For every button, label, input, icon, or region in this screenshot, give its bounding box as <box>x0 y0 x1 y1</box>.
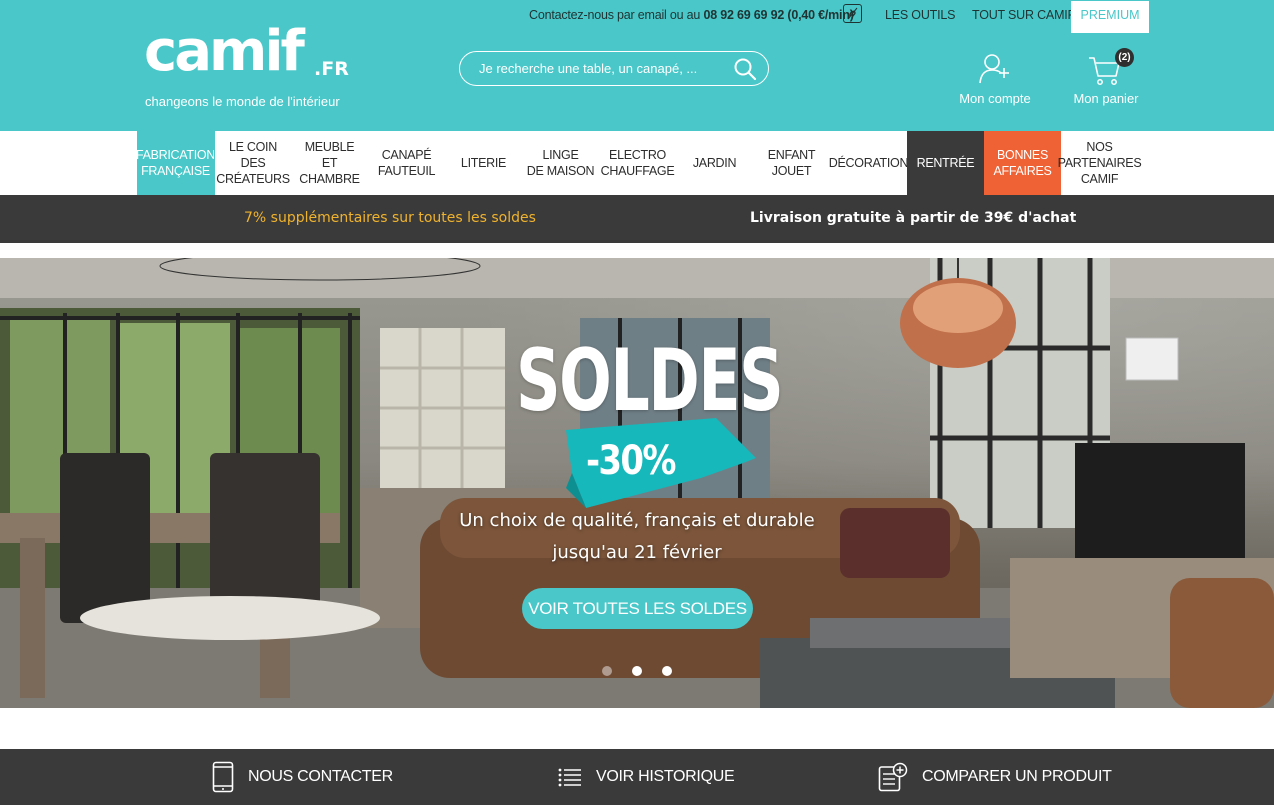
nav-item-label-line: CRÉATEURS <box>216 172 290 186</box>
nav-fabrication-francaise[interactable]: FABRICATION FRANÇAISE <box>136 131 215 195</box>
hero-discount: -30% <box>586 438 676 484</box>
compare-product-label: COMPARER UN PRODUIT <box>922 768 1112 785</box>
search-icon[interactable] <box>733 57 757 81</box>
premium-button[interactable]: PREMIUM <box>1071 1 1149 33</box>
main-nav: FABRICATION FRANÇAISE LE COIN DES CRÉATEURS… <box>0 131 1274 195</box>
compare-document-icon <box>878 762 908 792</box>
nav-coin-des-createurs[interactable]: LE COIN DES CRÉATEURS <box>214 131 291 195</box>
nav-item-label-line: NOS <box>1086 140 1113 154</box>
logo-suffix: .FR <box>314 58 349 80</box>
carousel-dot[interactable] <box>632 666 642 676</box>
site-header: Contactez-nous par email ou au 08 92 69 … <box>0 0 1274 131</box>
nav-item-label: RENTRÉE <box>917 155 975 171</box>
compare-product-link[interactable]: COMPARER UN PRODUIT <box>878 749 1112 805</box>
contact-us-label: NOUS CONTACTER <box>248 768 393 785</box>
contact-us-link[interactable]: NOUS CONTACTER <box>212 749 393 805</box>
nav-item-label: LITERIE <box>461 155 506 171</box>
nav-jardin[interactable]: JARDIN <box>676 131 753 195</box>
nav-item-label-line: FRANÇAISE <box>141 164 210 178</box>
nav-item-label: DÉCORATION <box>828 155 909 171</box>
nav-item-label-line: JOUET <box>771 164 812 178</box>
nav-item-label-line: MEUBLE <box>304 140 355 154</box>
carousel-dot[interactable] <box>602 666 612 676</box>
nav-item-label: LINGE DE MAISON <box>526 147 595 179</box>
nav-item-label-line: LITERIE <box>460 156 507 170</box>
carousel-dot[interactable] <box>662 666 672 676</box>
account-label: Mon compte <box>959 91 1031 106</box>
hero-banner[interactable]: SOLDES -30% Un choix de qualité, françai… <box>0 258 1274 708</box>
search-input[interactable] <box>479 59 719 77</box>
nav-literie[interactable]: LITERIE <box>445 131 522 195</box>
cart-count-badge: (2) <box>1115 48 1134 67</box>
phone-device-icon <box>212 761 234 793</box>
nav-item-label: NOS PARTENAIRES CAMIF <box>1058 139 1142 187</box>
nav-item-label-line: ENFANT <box>767 148 816 162</box>
hero-subtitle-line2: jusqu'au 21 février <box>552 542 722 563</box>
nav-item-label-line: AFFAIRES <box>993 164 1052 178</box>
nav-bonnes-affaires[interactable]: BONNES AFFAIRES <box>984 131 1061 195</box>
cart-label: Mon panier <box>1073 91 1139 106</box>
logo-tagline: changeons le monde de l'intérieur <box>145 94 340 109</box>
voir-soldes-button[interactable]: VOIR TOUTES LES SOLDES <box>522 588 753 629</box>
nav-item-label-line: RENTRÉE <box>916 156 975 170</box>
cart-link[interactable]: (2) Mon panier <box>1068 48 1144 112</box>
nav-item-label: JARDIN <box>692 155 737 171</box>
nav-item-label-line: ET <box>321 156 338 170</box>
hero-title: SOLDES <box>516 331 784 431</box>
promo-bar: 7% supplémentaires sur toutes les soldes… <box>0 195 1274 243</box>
nav-item-label-line: CAMIF <box>1080 172 1119 186</box>
history-link[interactable]: VOIR HISTORIQUE <box>558 749 735 805</box>
history-label: VOIR HISTORIQUE <box>596 768 735 785</box>
nav-item-label: ENFANT JOUET <box>768 147 816 179</box>
nav-item-label-line: ELECTRO <box>609 148 666 162</box>
nav-item-label-line: CANAPÉ <box>381 148 432 162</box>
contact-phone: 08 92 69 69 92 (0,40 €/min) <box>703 8 854 22</box>
search-box <box>459 51 769 86</box>
contact-prefix: Contactez-nous par email ou au <box>529 8 704 22</box>
nav-item-label: LE COIN DES CRÉATEURS <box>216 139 290 187</box>
nav-decoration[interactable]: DÉCORATION <box>828 131 909 195</box>
promo-delivery-link[interactable]: Livraison gratuite à partir de 39€ d'ach… <box>750 210 1076 226</box>
nav-item-label-line: PARTENAIRES <box>1057 156 1142 170</box>
hearing-accessibility-icon[interactable] <box>843 4 862 23</box>
user-plus-icon <box>979 54 1009 84</box>
nav-item-label-line: DE MAISON <box>526 164 595 178</box>
nav-canape-fauteuil[interactable]: CANAPÉ FAUTEUIL <box>368 131 445 195</box>
nav-linge-de-maison[interactable]: LINGE DE MAISON <box>522 131 599 195</box>
logo-wordmark: camif <box>144 19 305 84</box>
nav-item-label-line: BONNES <box>997 148 1048 162</box>
nav-item-label: ELECTRO CHAUFFAGE <box>601 147 675 179</box>
nav-item-label-line: CHAMBRE <box>299 172 360 186</box>
nav-item-label: CANAPÉ FAUTEUIL <box>377 147 436 179</box>
nav-partenaires-camif[interactable]: NOS PARTENAIRES CAMIF <box>1058 131 1142 195</box>
nav-item-label-line: FAUTEUIL <box>377 164 436 178</box>
nav-item-label: MEUBLE ET CHAMBRE <box>299 139 360 187</box>
contact-info[interactable]: Contactez-nous par email ou au 08 92 69 … <box>529 8 854 22</box>
camif-logo[interactable]: camif .FR changeons le monde de l'intéri… <box>144 22 354 112</box>
nav-electro-chauffage[interactable]: ELECTRO CHAUFFAGE <box>599 131 676 195</box>
nav-item-label-line: CHAUFFAGE <box>600 164 675 178</box>
promo-soldes-link[interactable]: 7% supplémentaires sur toutes les soldes <box>244 210 536 226</box>
nav-rentree[interactable]: RENTRÉE <box>907 131 984 195</box>
nav-item-label-line: JARDIN <box>692 156 737 170</box>
nav-item-label-line: DÉCORATION <box>828 156 909 170</box>
outils-link[interactable]: LES OUTILS <box>885 8 955 22</box>
services-bar: NOUS CONTACTER VOIR HISTORIQUE COMPARER … <box>0 749 1274 805</box>
hero-subtitle-line1: Un choix de qualité, français et durable <box>459 510 815 531</box>
nav-meuble-chambre[interactable]: MEUBLE ET CHAMBRE <box>291 131 368 195</box>
nav-item-label: BONNES AFFAIRES <box>993 147 1051 179</box>
nav-item-label-line: FABRICATION <box>135 148 216 162</box>
list-icon <box>558 768 581 787</box>
nav-item-label-line: LE COIN DES <box>229 140 277 170</box>
nav-item-label-line: LINGE <box>542 148 579 162</box>
nav-item-label: FABRICATION FRANÇAISE <box>136 147 215 179</box>
account-link[interactable]: Mon compte <box>955 52 1035 112</box>
nav-enfant-jouet[interactable]: ENFANT JOUET <box>753 131 830 195</box>
tout-sur-camif-link[interactable]: TOUT SUR CAMIF <box>972 8 1075 22</box>
